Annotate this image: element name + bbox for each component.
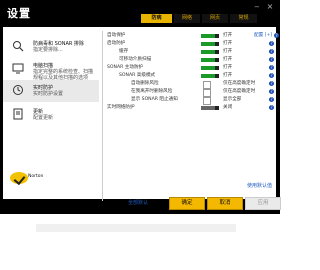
- use-defaults-link[interactable]: 使用默认值: [247, 182, 272, 189]
- tab-web[interactable]: 网页: [202, 14, 228, 23]
- setting-label: 在我离开时删除风险: [131, 89, 173, 94]
- sidebar-item-title: 防病毒和 SONAR 排除: [33, 41, 84, 47]
- setting-label: SONAR 主动防护: [107, 65, 144, 70]
- setting-row: 自动保护 打开 配置 [+] ?: [107, 32, 279, 40]
- settings-panel: 防病毒和 SONAR 排除 指定要排除... 电脑扫描 指定完整的系统检查、扫描…: [3, 27, 279, 201]
- setting-label: 可移动介质扫描: [119, 57, 152, 62]
- norton-brand-text: Norton: [28, 174, 44, 179]
- tab-network[interactable]: 网络: [174, 14, 200, 23]
- setting-label: 缓存: [119, 49, 129, 54]
- sidebar-item-subtitle: 实时防护设置: [33, 91, 64, 97]
- cancel-button[interactable]: 取消: [207, 197, 243, 210]
- setting-row: 可移动介质扫描 打开 ?: [107, 56, 274, 64]
- apply-button[interactable]: 应用: [245, 197, 281, 210]
- close-button[interactable]: ×: [265, 3, 275, 11]
- sidebar: 防病毒和 SONAR 排除 指定要排除... 电脑扫描 指定完整的系统检查、扫描…: [3, 27, 99, 171]
- clock-shield-icon: [13, 85, 23, 95]
- vertical-divider: [102, 31, 103, 201]
- reset-all-link[interactable]: 全部默认: [128, 199, 148, 206]
- help-icon[interactable]: ?: [269, 89, 274, 94]
- toggle-switch[interactable]: [201, 74, 219, 78]
- toggle-switch[interactable]: [201, 66, 219, 70]
- help-icon[interactable]: ?: [269, 65, 274, 70]
- setting-state: 仅在高度确定时: [223, 89, 256, 94]
- help-icon[interactable]: ?: [269, 81, 274, 86]
- setting-row: 自动删除风险 仅在高度确定时 ?: [107, 80, 274, 89]
- setting-state: 打开: [223, 41, 233, 46]
- window-reflection: [36, 224, 236, 232]
- setting-label: 自动保护: [107, 33, 126, 38]
- ok-button[interactable]: 确定: [169, 197, 205, 210]
- setting-row: 在我离开时删除风险 仅在高度确定时 ?: [107, 88, 274, 97]
- setting-state: 打开: [223, 33, 233, 38]
- sidebar-item-subtitle: 配置更新: [33, 115, 54, 121]
- settings-list: 自动保护 打开 配置 [+] ? 启动防护 打开 ? 缓存 打开 ? 可移动介质…: [107, 32, 279, 112]
- sidebar-item-title: 电脑扫描: [33, 63, 54, 69]
- setting-state: 关闭: [223, 105, 233, 110]
- sidebar-item-realtime[interactable]: 实时防护 实时防护设置: [3, 80, 99, 102]
- toggle-switch[interactable]: [201, 58, 219, 62]
- tab-bar: 防病 网络 网页 常规: [141, 14, 257, 23]
- setting-state: 打开: [223, 49, 233, 54]
- scan-icon: [13, 41, 24, 52]
- setting-state: 打开: [223, 65, 233, 70]
- configure-link[interactable]: 配置 [+]: [254, 32, 272, 40]
- tab-general[interactable]: 常规: [230, 14, 257, 23]
- window-title: 设置: [7, 7, 31, 20]
- toggle-switch[interactable]: [201, 34, 219, 38]
- sidebar-item-computer-scan[interactable]: 电脑扫描 指定完整的系统检查、扫描规程以及其他扫描的选项: [3, 58, 99, 81]
- setting-state: 打开: [223, 73, 233, 78]
- toggle-switch[interactable]: [201, 50, 219, 54]
- sidebar-item-updates[interactable]: 更新 配置更新: [3, 104, 99, 126]
- setting-label: 实时网络防护: [107, 105, 135, 110]
- setting-row: 启动防护 打开 ?: [107, 40, 274, 48]
- setting-row: SONAR 高级模式 打开 ?: [107, 72, 274, 80]
- toggle-switch[interactable]: [201, 106, 219, 110]
- minimize-button[interactable]: −: [254, 4, 262, 11]
- sidebar-item-subtitle: 指定要排除...: [33, 47, 63, 53]
- settings-window: 设置 防病 网络 网页 常规 − × 防病毒和 SONAR 排除 指定要排除..…: [0, 0, 281, 214]
- help-icon[interactable]: ?: [269, 73, 274, 78]
- setting-row: 实时网络防护 关闭 ?: [107, 104, 274, 112]
- sidebar-item-title: 实时防护: [33, 85, 54, 91]
- help-icon[interactable]: ?: [269, 41, 274, 46]
- setting-state: 仅在高度确定时: [223, 81, 256, 86]
- setting-row: 缓存 打开 ?: [107, 48, 274, 56]
- setting-row: SONAR 主动防护 打开 ?: [107, 64, 274, 72]
- title-bar: 设置 防病 网络 网页 常规 − ×: [0, 0, 280, 27]
- tab-antivirus[interactable]: 防病: [141, 14, 172, 23]
- sidebar-item-exclusions[interactable]: 防病毒和 SONAR 排除 指定要排除...: [3, 36, 99, 58]
- setting-label: 显示 SONAR 阻止通知: [131, 97, 178, 102]
- help-icon[interactable]: ?: [274, 33, 279, 38]
- help-icon[interactable]: ?: [269, 57, 274, 62]
- setting-row: 显示 SONAR 阻止通知 显示全部 ?: [107, 96, 274, 105]
- toggle-switch[interactable]: [201, 42, 219, 46]
- setting-label: 自动删除风险: [131, 81, 159, 86]
- update-icon: [13, 108, 23, 120]
- help-icon[interactable]: ?: [269, 97, 274, 102]
- computer-icon: [12, 63, 24, 74]
- setting-label: SONAR 高级模式: [119, 73, 156, 78]
- setting-state: 显示全部: [223, 97, 242, 102]
- setting-label: 启动防护: [107, 41, 126, 46]
- setting-state: 打开: [223, 57, 233, 62]
- help-icon[interactable]: ?: [269, 49, 274, 54]
- help-icon[interactable]: ?: [269, 105, 274, 110]
- sidebar-item-title: 更新: [33, 109, 44, 115]
